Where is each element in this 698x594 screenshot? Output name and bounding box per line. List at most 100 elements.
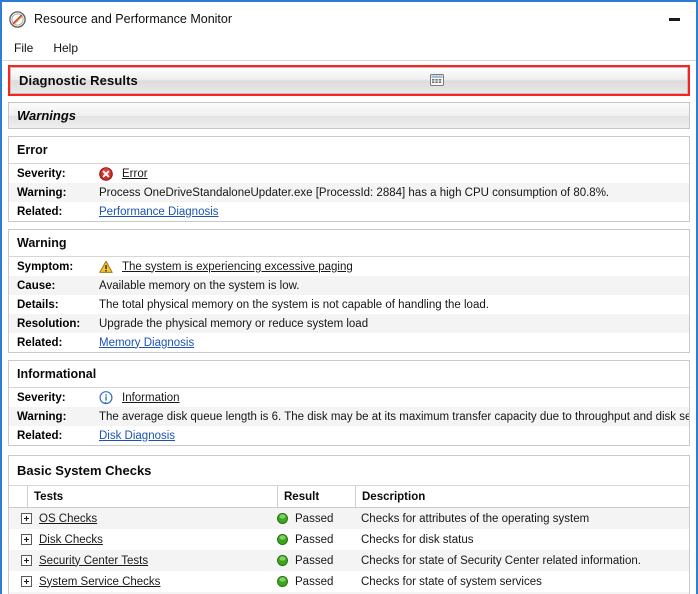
information-icon <box>99 391 113 405</box>
table-row: Warning: Process OneDriveStandaloneUpdat… <box>9 183 689 202</box>
related-link[interactable]: Memory Diagnosis <box>99 337 194 349</box>
test-link[interactable]: OS Checks <box>39 513 97 525</box>
result-cell: Passed <box>277 534 355 546</box>
test-cell: Disk Checks <box>9 534 277 546</box>
error-panel: Error Severity: Error <box>8 136 690 222</box>
minimize-button[interactable] <box>652 2 696 36</box>
row-label: Details: <box>9 299 99 311</box>
error-panel-title: Error <box>9 143 48 157</box>
row-value: The total physical memory on the system … <box>99 299 689 311</box>
result-text: Passed <box>295 513 333 525</box>
minimize-icon <box>669 18 680 21</box>
table-row: Cause: Available memory on the system is… <box>9 276 689 295</box>
row-label: Cause: <box>9 280 99 292</box>
green-status-icon <box>277 555 288 566</box>
column-header-description[interactable]: Description <box>355 486 689 507</box>
description-cell: Checks for state of Security Center rela… <box>355 555 689 567</box>
test-cell: System Service Checks <box>9 576 277 588</box>
test-link[interactable]: Disk Checks <box>39 534 103 546</box>
test-cell: Security Center Tests <box>9 555 277 567</box>
table-row: Resolution: Upgrade the physical memory … <box>9 314 689 333</box>
report-content: Diagnostic Results Warnings <box>4 61 694 594</box>
description-cell: Checks for attributes of the operating s… <box>355 513 689 525</box>
row-label: Resolution: <box>9 318 99 330</box>
performance-monitor-icon <box>9 11 26 28</box>
title-bar: Resource and Performance Monitor <box>2 2 696 36</box>
expand-plus-icon[interactable] <box>21 513 32 524</box>
table-row[interactable]: System Service Checks Passed Checks for … <box>9 571 689 592</box>
warning-panel-header: Warning <box>9 230 689 257</box>
result-text: Passed <box>295 576 333 588</box>
table-row: Related: Performance Diagnosis <box>9 202 689 221</box>
test-link[interactable]: System Service Checks <box>39 576 160 588</box>
basic-system-checks-panel: Basic System Checks Tests Result Descrip… <box>8 455 690 594</box>
menu-bar: File Help <box>2 36 696 60</box>
table-row: Related: Memory Diagnosis <box>9 333 689 352</box>
column-header-result[interactable]: Result <box>277 486 355 507</box>
table-row: Severity: Information <box>9 388 689 407</box>
green-status-icon <box>277 534 288 545</box>
description-cell: Checks for state of system services <box>355 576 689 588</box>
description-cell: Checks for disk status <box>355 534 689 546</box>
row-value: Information <box>99 391 689 405</box>
row-value: The average disk queue length is 6. The … <box>99 411 689 423</box>
related-link[interactable]: Performance Diagnosis <box>99 206 219 218</box>
table-row: Details: The total physical memory on th… <box>9 295 689 314</box>
row-value: Memory Diagnosis <box>99 337 689 349</box>
related-link[interactable]: Disk Diagnosis <box>99 430 175 442</box>
severity-link[interactable]: Information <box>122 392 180 404</box>
informational-panel-header: Informational <box>9 361 689 388</box>
row-label: Warning: <box>9 411 99 423</box>
table-row[interactable]: OS Checks Passed Checks for attributes o… <box>9 508 689 529</box>
warnings-section-band[interactable]: Warnings <box>8 102 690 129</box>
diagnostic-results-title: Diagnostic Results <box>11 73 138 88</box>
basic-system-checks-table: Tests Result Description OS Checks <box>9 485 689 594</box>
warning-panel-rows: Symptom: The system is experiencing exce… <box>9 257 689 352</box>
table-grid-icon[interactable] <box>429 72 445 88</box>
result-cell: Passed <box>277 513 355 525</box>
warning-icon <box>99 260 113 274</box>
error-panel-rows: Severity: Error Warning: <box>9 164 689 221</box>
result-text: Passed <box>295 534 333 546</box>
informational-panel: Informational Severity: <box>8 360 690 446</box>
table-header-row: Tests Result Description <box>9 486 689 508</box>
resource-and-performance-monitor-window: Resource and Performance Monitor File He… <box>0 0 698 594</box>
row-label: Severity: <box>9 168 99 180</box>
expand-plus-icon[interactable] <box>21 534 32 545</box>
row-label: Severity: <box>9 392 99 404</box>
result-cell: Passed <box>277 576 355 588</box>
warning-panel-title: Warning <box>9 236 67 250</box>
symptom-link[interactable]: The system is experiencing excessive pag… <box>122 261 353 273</box>
result-text: Passed <box>295 555 333 567</box>
test-cell: OS Checks <box>9 513 277 525</box>
basic-system-checks-title: Basic System Checks <box>9 456 689 485</box>
table-row[interactable]: Security Center Tests Passed Checks for … <box>9 550 689 571</box>
test-link[interactable]: Security Center Tests <box>39 555 148 567</box>
green-status-icon <box>277 513 288 524</box>
table-row[interactable]: Disk Checks Passed Checks for disk statu… <box>9 529 689 550</box>
diagnostic-results-header[interactable]: Diagnostic Results <box>10 67 688 94</box>
row-value: Available memory on the system is low. <box>99 280 689 292</box>
row-value: The system is experiencing excessive pag… <box>99 260 689 274</box>
severity-link[interactable]: Error <box>122 168 148 180</box>
row-value: Upgrade the physical memory or reduce sy… <box>99 318 689 330</box>
expand-plus-icon[interactable] <box>21 576 32 587</box>
table-row: Symptom: The system is experiencing exce… <box>9 257 689 276</box>
table-row: Severity: Error <box>9 164 689 183</box>
error-icon <box>99 167 113 181</box>
table-row: Warning: The average disk queue length i… <box>9 407 689 426</box>
row-value: Process OneDriveStandaloneUpdater.exe [P… <box>99 187 689 199</box>
window-title: Resource and Performance Monitor <box>34 13 232 26</box>
column-header-tests[interactable]: Tests <box>27 486 277 507</box>
error-panel-header: Error <box>9 137 689 164</box>
row-label: Related: <box>9 430 99 442</box>
menu-item-file[interactable]: File <box>12 40 42 56</box>
green-status-icon <box>277 576 288 587</box>
informational-panel-rows: Severity: Information <box>9 388 689 445</box>
diagnostic-results-header-selection: Diagnostic Results <box>8 65 690 96</box>
table-row: Related: Disk Diagnosis <box>9 426 689 445</box>
row-label: Related: <box>9 337 99 349</box>
expand-plus-icon[interactable] <box>21 555 32 566</box>
warnings-section-title: Warnings <box>9 108 76 123</box>
menu-item-help[interactable]: Help <box>51 40 87 56</box>
